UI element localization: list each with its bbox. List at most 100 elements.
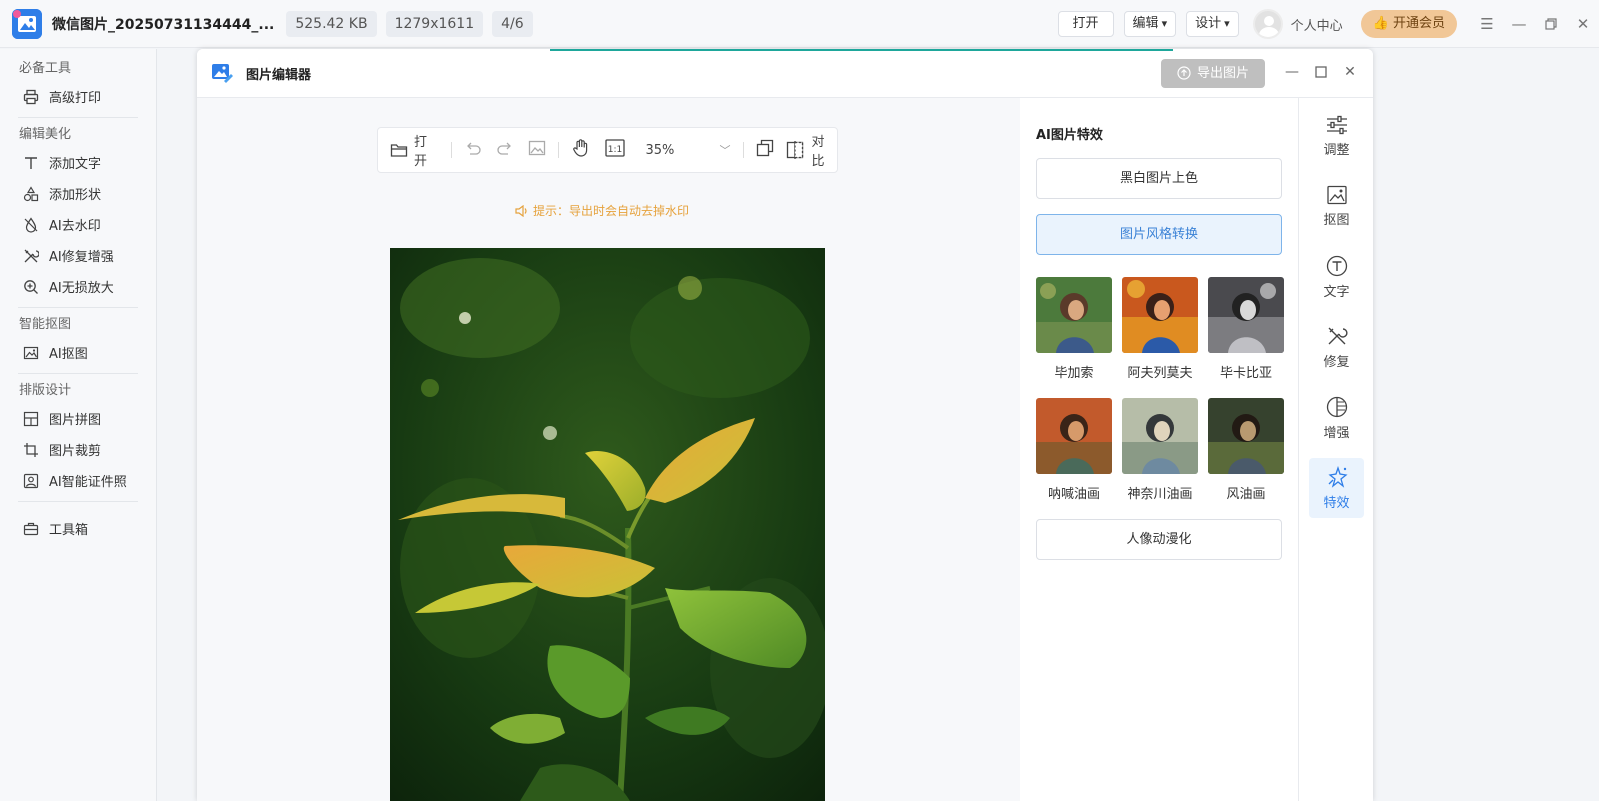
folder-icon (390, 142, 408, 158)
image-icon (22, 344, 40, 362)
text-icon (22, 154, 40, 172)
duplicate-button[interactable] (756, 138, 774, 162)
section-title: 智能抠图 (19, 317, 72, 332)
sidebar-item-label: AI智能证件照 (49, 475, 127, 490)
compare-button[interactable]: 对比 (786, 135, 837, 169)
edit-dropdown[interactable]: 编辑 (1123, 11, 1177, 37)
sidebar-item-label: 添加文字 (49, 157, 102, 172)
style-thumb-wind[interactable] (1208, 398, 1284, 474)
tab-repair[interactable]: 修复 (1309, 317, 1364, 377)
zoom-select[interactable]: 35% ﹀ (645, 142, 730, 158)
style-label-afremov: 阿夫列莫夫 (1127, 366, 1193, 381)
sidebar-item-label: 高级打印 (49, 91, 102, 106)
section-title: 排版设计 (19, 383, 72, 398)
export-image-button[interactable]: 导出图片 (1161, 59, 1265, 88)
style-thumb-picabia[interactable] (1208, 277, 1284, 353)
id-photo-icon (22, 472, 40, 490)
export-label: 导出图片 (1196, 66, 1249, 81)
page-index-chip: 4/6 (492, 10, 533, 37)
close-icon[interactable]: ✕ (1567, 0, 1599, 48)
open-button[interactable]: 打开 (1057, 11, 1114, 37)
editor-close-icon[interactable]: ✕ (1340, 62, 1360, 82)
style-label-picabia: 毕卡比亚 (1219, 366, 1272, 381)
undo-icon (464, 140, 482, 160)
design-dropdown[interactable]: 设计 (1186, 11, 1239, 37)
tab-cutout[interactable]: 抠图 (1309, 176, 1364, 236)
editor-maximize-icon[interactable] (1311, 62, 1331, 82)
drop-icon (22, 216, 40, 234)
redo-icon (496, 140, 514, 160)
sidebar-item-crop[interactable]: 图片裁剪 (0, 434, 156, 465)
divider (558, 142, 560, 158)
menu-icon[interactable]: ☰ (1471, 0, 1503, 48)
style-thumb-scream[interactable] (1036, 398, 1112, 474)
sidebar-item-id-photo[interactable]: AI智能证件照 (0, 465, 156, 496)
sidebar-item-print[interactable]: 高级打印 (0, 81, 156, 112)
tools-icon (22, 247, 40, 265)
sidebar-item-add-text[interactable]: 添加文字 (0, 147, 156, 178)
tool-tabs: 调整 抠图 文字 修复 增强 特效 (1299, 98, 1373, 801)
sidebar-item-ai-cutout[interactable]: AI抠图 (0, 337, 156, 368)
vip-button[interactable]: 👍 开通会员 (1360, 10, 1457, 38)
shapes-icon (22, 185, 40, 203)
undo-button[interactable] (464, 138, 482, 162)
anime-portrait-button[interactable]: 人像动漫化 (1036, 519, 1282, 560)
sidebar-item-label: AI去水印 (49, 219, 101, 234)
divider (18, 307, 138, 308)
tab-effects[interactable]: 特效 (1309, 458, 1364, 518)
sidebar-item-toolbox[interactable]: 工具箱 (0, 513, 156, 544)
sidebar-item-upscale[interactable]: AI无损放大 (0, 271, 156, 302)
image-icon (528, 140, 546, 160)
hand-icon (571, 138, 591, 162)
toolbar-open-button[interactable]: 打开 (390, 135, 439, 169)
watermark-hint: 提示：导出时会自动去掉水印 (515, 202, 689, 220)
colorize-button[interactable]: 黑白图片上色 (1036, 158, 1282, 199)
image-icon (1326, 185, 1347, 204)
user-center-link[interactable]: 个人中心 (1291, 15, 1343, 34)
sidebar: 必备工具 高级打印 编辑美化 添加文字 添加形状 AI去水印 AI修复增强 AI… (0, 49, 157, 801)
tab-adjust[interactable]: 调整 (1309, 106, 1364, 166)
sliders-icon (1326, 115, 1347, 134)
portrait-thumbnail (1122, 277, 1198, 353)
portrait-thumbnail (1208, 398, 1284, 474)
sidebar-item-add-shape[interactable]: 添加形状 (0, 178, 156, 209)
toolbar-open-label: 打开 (414, 135, 428, 169)
minimize-icon[interactable]: — (1503, 0, 1535, 48)
sidebar-item-repair[interactable]: AI修复增强 (0, 240, 156, 271)
title-bar: 微信图片_20250731134444_... 525.42 KB 1279x1… (0, 0, 1599, 48)
redo-button[interactable] (496, 138, 514, 162)
editor-minimize-icon[interactable]: — (1282, 62, 1302, 82)
collage-icon (22, 410, 40, 428)
style-thumb-afremov[interactable] (1122, 277, 1198, 353)
sidebar-item-collage[interactable]: 图片拼图 (0, 403, 156, 434)
restore-icon[interactable] (1535, 0, 1567, 48)
actual-size-button[interactable]: 1:1 (605, 138, 626, 162)
tab-label: 增强 (1323, 425, 1350, 441)
photo-canvas[interactable] (390, 248, 825, 801)
editor-header: 图片编辑器 导出图片 — ✕ (197, 49, 1373, 98)
avatar[interactable] (1252, 9, 1283, 39)
tab-enhance[interactable]: 增强 (1309, 388, 1364, 448)
style-thumb-kanagawa[interactable] (1122, 398, 1198, 474)
tab-text[interactable]: 文字 (1309, 247, 1364, 307)
divider (742, 142, 744, 158)
accent-line (550, 49, 1173, 51)
divider (18, 117, 138, 118)
file-size-chip: 525.42 KB (286, 10, 377, 37)
tab-label: 修复 (1323, 354, 1350, 370)
style-transfer-button[interactable]: 图片风格转换 (1036, 214, 1282, 255)
divider (18, 373, 138, 374)
zoom-in-icon (22, 278, 40, 296)
style-thumb-picasso[interactable] (1036, 277, 1112, 353)
ai-effects-panel: AI图片特效 黑白图片上色 图片风格转换 毕加索 阿夫列莫夫 毕卡比亚 呐喊油画… (1020, 98, 1299, 801)
sidebar-item-label: 图片拼图 (49, 413, 102, 428)
panel-title: AI图片特效 (1036, 128, 1103, 143)
editor-title: 图片编辑器 (246, 68, 312, 83)
image-button[interactable] (528, 138, 546, 162)
pan-tool-button[interactable] (571, 138, 591, 162)
sidebar-item-remove-watermark[interactable]: AI去水印 (0, 209, 156, 240)
crop-icon (22, 441, 40, 459)
style-label-kanagawa: 神奈川油画 (1127, 487, 1193, 502)
image-editor-icon (211, 61, 235, 85)
tab-label: 文字 (1323, 284, 1350, 300)
